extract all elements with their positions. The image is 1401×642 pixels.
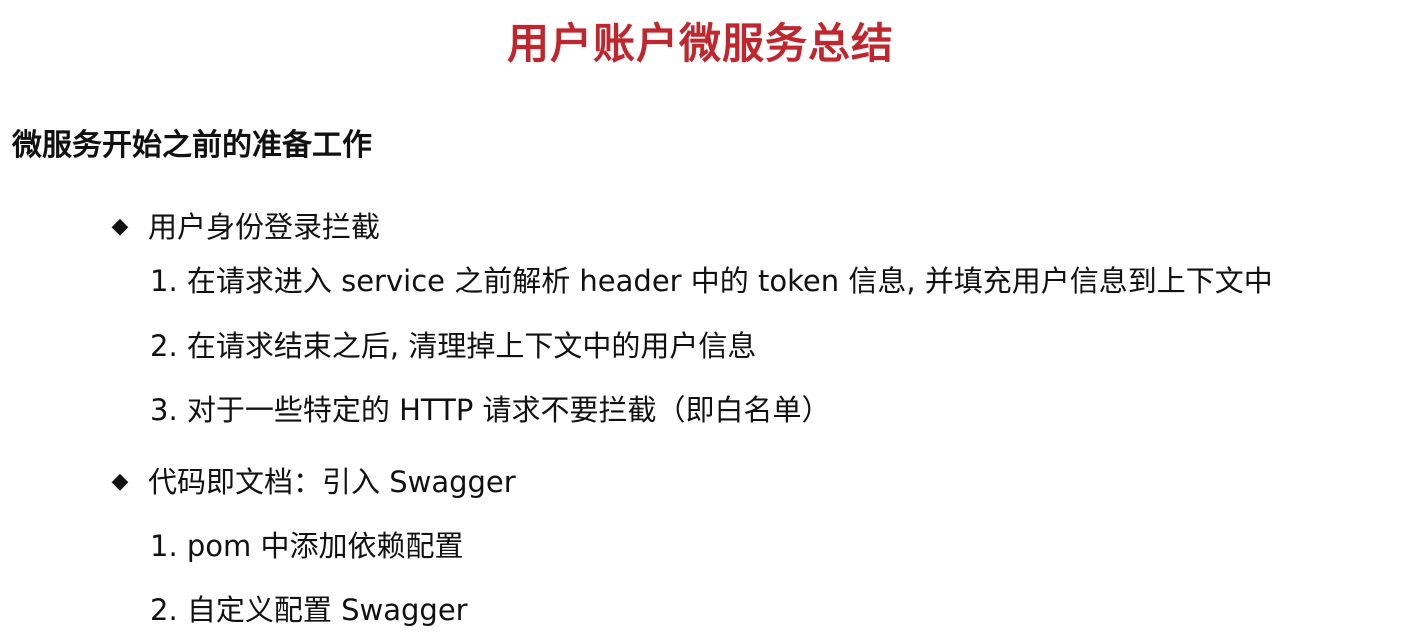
slide-title: 用户账户微服务总结 <box>506 19 894 68</box>
list-item: 1. pom 中添加依赖配置 <box>150 529 464 563</box>
bullet-swagger: ◆ 代码即文档：引入 Swagger <box>108 461 516 503</box>
bullet-label: 代码即文档：引入 Swagger <box>148 465 516 499</box>
diamond-icon: ◆ <box>111 469 129 494</box>
list-item: 1. 在请求进入 service 之前解析 header 中的 token 信息… <box>150 264 1273 298</box>
slide: 用户账户微服务总结 微服务开始之前的准备工作 ◆ 用户身份登录拦截 1. 在请求… <box>0 0 1401 642</box>
section-heading: 微服务开始之前的准备工作 <box>12 128 372 163</box>
diamond-icon: ◆ <box>111 214 129 239</box>
list-item: 3. 对于一些特定的 HTTP 请求不要拦截（即白名单） <box>150 393 831 427</box>
list-item: 2. 自定义配置 Swagger <box>150 593 468 627</box>
bullet-login-interception: ◆ 用户身份登录拦截 <box>108 206 380 248</box>
bullet-label: 用户身份登录拦截 <box>148 210 381 244</box>
list-item: 2. 在请求结束之后, 清理掉上下文中的用户信息 <box>150 329 757 363</box>
